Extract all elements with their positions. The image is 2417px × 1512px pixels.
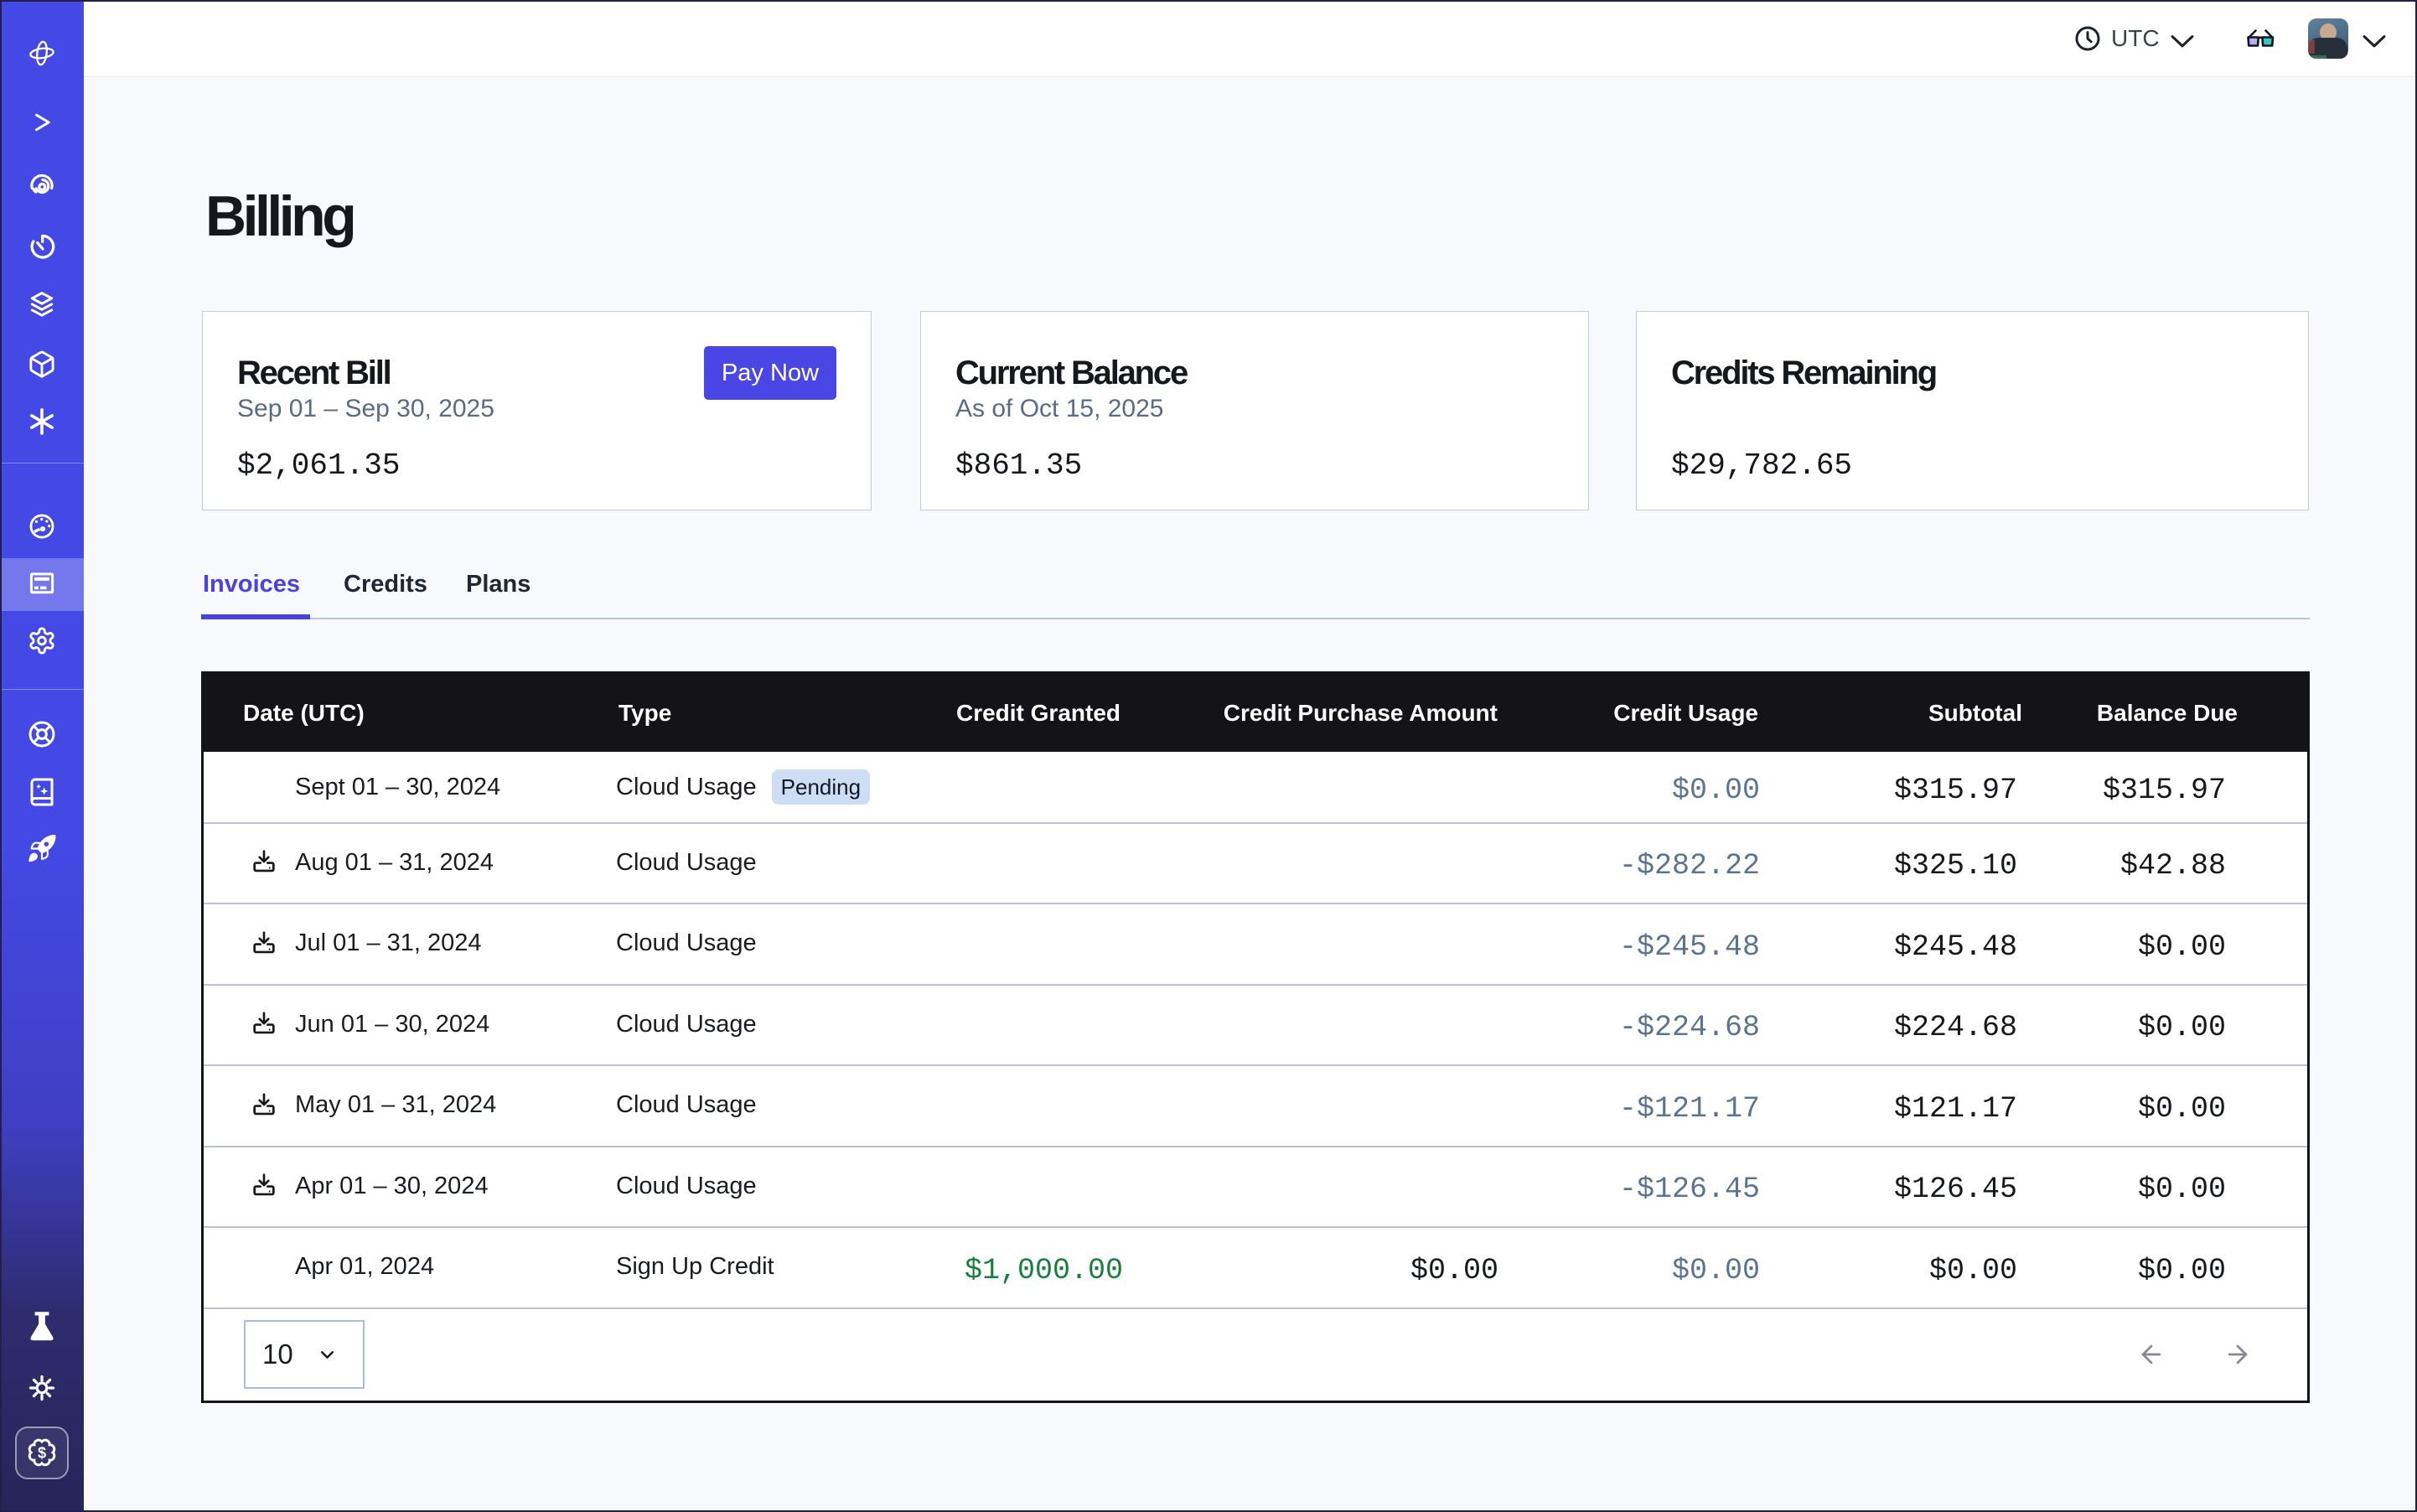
svg-text:$: $ bbox=[38, 1444, 46, 1461]
